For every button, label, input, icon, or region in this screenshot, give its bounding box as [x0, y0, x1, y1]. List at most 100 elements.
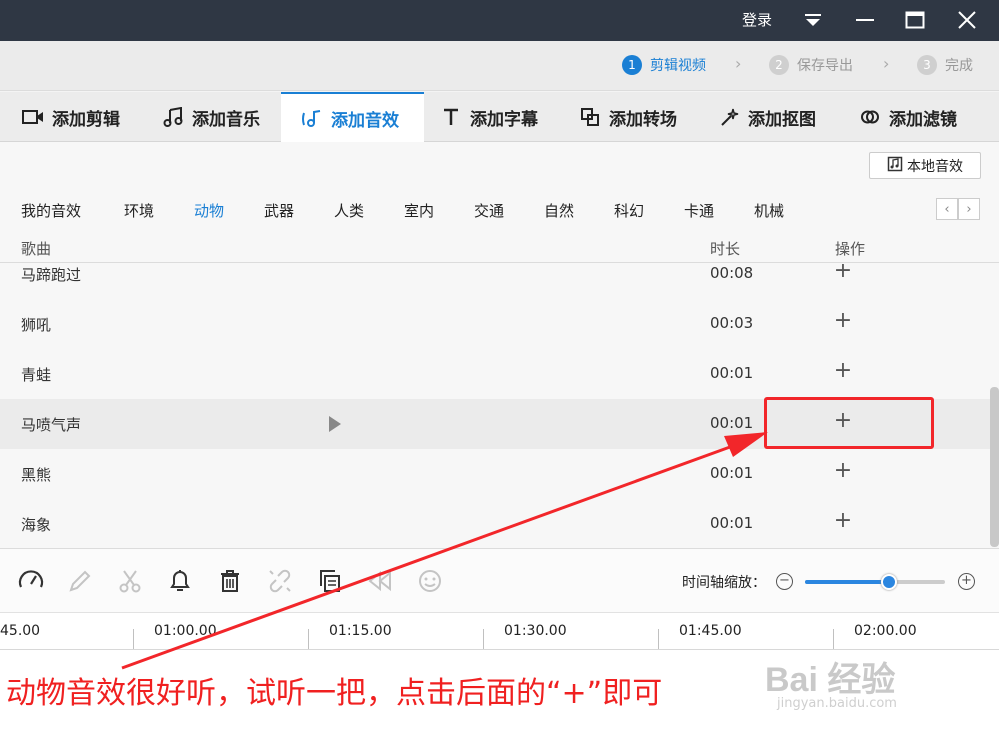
close-icon[interactable]: [953, 6, 981, 34]
watermark-url: jingyan.baidu.com: [777, 696, 897, 711]
step-label: 保存导出: [797, 58, 853, 74]
ruler-line: [0, 649, 999, 650]
feature-tabs: 添加剪辑 添加音乐 添加音效 添加字幕 添加转场 添加抠图 添加滤镜: [0, 92, 999, 143]
steps-bar: 1 剪辑视频 › 2 保存导出 › 3 完成: [0, 41, 999, 91]
video-camera-icon: [22, 106, 44, 128]
add-sound-button[interactable]: +: [832, 264, 854, 282]
bell-icon[interactable]: [166, 567, 194, 595]
tab-add-cutout[interactable]: 添加抠图: [718, 92, 816, 142]
transition-icon: [579, 106, 601, 128]
sound-name: 黑熊: [21, 466, 52, 484]
tab-label: 添加滤镜: [889, 109, 957, 130]
category-mechanical[interactable]: 机械: [754, 200, 784, 221]
copy-icon[interactable]: [316, 567, 344, 595]
zoom-slider-handle[interactable]: [881, 574, 897, 590]
tab-label: 添加音效: [331, 111, 399, 131]
table-row[interactable]: 马蹄跑过 00:08 +: [0, 264, 990, 299]
trash-icon[interactable]: [216, 567, 244, 595]
step-save-export[interactable]: 2 保存导出: [769, 55, 853, 75]
ruler-tick: [308, 629, 309, 649]
table-header: 歌曲 时长 操作: [0, 235, 999, 263]
category-environment[interactable]: 环境: [124, 200, 154, 221]
step-edit-video[interactable]: 1 剪辑视频: [622, 55, 706, 75]
col-duration: 时长: [710, 240, 741, 258]
chevron-right-icon: ›: [883, 54, 890, 73]
add-sound-button[interactable]: +: [832, 510, 854, 532]
sound-duration: 00:08: [710, 264, 754, 282]
baidu-watermark: Bai 经验 jingyan.baidu.com: [765, 652, 897, 711]
zoom-slider[interactable]: [805, 574, 945, 590]
highlight-box: [764, 397, 934, 449]
title-bar: 登录: [0, 0, 999, 41]
tab-add-subtitle[interactable]: 添加字幕: [440, 92, 538, 142]
sound-duration: 00:01: [710, 464, 754, 482]
category-nature[interactable]: 自然: [544, 200, 574, 221]
prev-page-button[interactable]: ‹: [936, 198, 958, 220]
local-sound-button[interactable]: 本地音效: [869, 152, 981, 179]
tab-add-transition[interactable]: 添加转场: [579, 92, 677, 142]
table-row[interactable]: 狮吼 00:03 +: [0, 299, 990, 349]
ruler-tick: [658, 629, 659, 649]
sound-duration: 00:01: [710, 414, 754, 432]
login-link[interactable]: 登录: [742, 9, 772, 30]
category-scifi[interactable]: 科幻: [614, 200, 644, 221]
step-finish[interactable]: 3 完成: [917, 55, 973, 75]
play-icon[interactable]: [329, 416, 341, 432]
zoom-slider-fill: [805, 580, 889, 584]
sound-duration: 00:01: [710, 364, 754, 382]
sound-name: 马喷气声: [21, 416, 82, 434]
sound-name: 马蹄跑过: [21, 266, 82, 284]
step-label: 剪辑视频: [650, 58, 706, 74]
category-traffic[interactable]: 交通: [474, 200, 504, 221]
unlink-icon[interactable]: [266, 567, 294, 595]
sound-duration: 00:01: [710, 514, 754, 532]
music-file-icon: [887, 156, 903, 176]
add-sound-button[interactable]: +: [832, 310, 854, 332]
tab-add-music[interactable]: 添加音乐: [162, 92, 260, 142]
watermark-logo: Bai 经验: [765, 661, 896, 699]
sound-name: 狮吼: [21, 316, 52, 334]
tab-add-sound-effect[interactable]: 添加音效: [281, 92, 424, 143]
table-row[interactable]: 海象 00:01 +: [0, 499, 990, 548]
step-number: 1: [622, 55, 642, 75]
pencil-icon[interactable]: [66, 567, 94, 595]
tab-add-clip[interactable]: 添加剪辑: [22, 92, 120, 142]
minimize-icon[interactable]: [851, 6, 879, 34]
sound-duration: 00:03: [710, 314, 754, 332]
magic-wand-icon: [718, 106, 740, 128]
add-sound-button[interactable]: +: [832, 460, 854, 482]
speed-gauge-icon[interactable]: [17, 567, 45, 595]
sound-effect-icon: [301, 108, 323, 130]
category-indoor[interactable]: 室内: [404, 200, 434, 221]
time-label: 01:30.00: [504, 623, 567, 639]
category-human[interactable]: 人类: [334, 200, 364, 221]
maximize-icon[interactable]: [901, 6, 929, 34]
category-animal[interactable]: 动物: [194, 200, 224, 221]
ruler-tick: [833, 629, 834, 649]
annotation-text: 动物音效很好听，试听一把，点击后面的“+”即可: [6, 676, 663, 711]
time-label: 02:00.00: [854, 623, 917, 639]
smiley-icon[interactable]: [416, 567, 444, 595]
chevron-right-icon: ›: [735, 54, 742, 73]
tab-add-filter[interactable]: 添加滤镜: [859, 92, 957, 142]
tab-label: 添加音乐: [192, 109, 260, 130]
category-cartoon[interactable]: 卡通: [684, 200, 714, 221]
table-row[interactable]: 黑熊 00:01 +: [0, 449, 990, 499]
category-my-sounds[interactable]: 我的音效: [21, 200, 81, 221]
scissors-icon[interactable]: [116, 567, 144, 595]
table-row[interactable]: 青蛙 00:01 +: [0, 349, 990, 399]
list-scrollbar[interactable]: [990, 387, 999, 547]
next-page-button[interactable]: ›: [958, 198, 980, 220]
local-sound-label: 本地音效: [907, 158, 963, 175]
menu-dropdown-icon[interactable]: [799, 6, 827, 34]
zoom-out-button[interactable]: −: [776, 573, 793, 590]
sound-name: 青蛙: [21, 366, 52, 384]
rewind-icon[interactable]: [366, 567, 394, 595]
category-weapon[interactable]: 武器: [264, 200, 294, 221]
add-sound-button[interactable]: +: [832, 360, 854, 382]
col-action: 操作: [835, 240, 866, 258]
zoom-in-button[interactable]: +: [958, 573, 975, 590]
col-song: 歌曲: [21, 240, 52, 258]
step-number: 3: [917, 55, 937, 75]
filter-icon: [859, 106, 881, 128]
